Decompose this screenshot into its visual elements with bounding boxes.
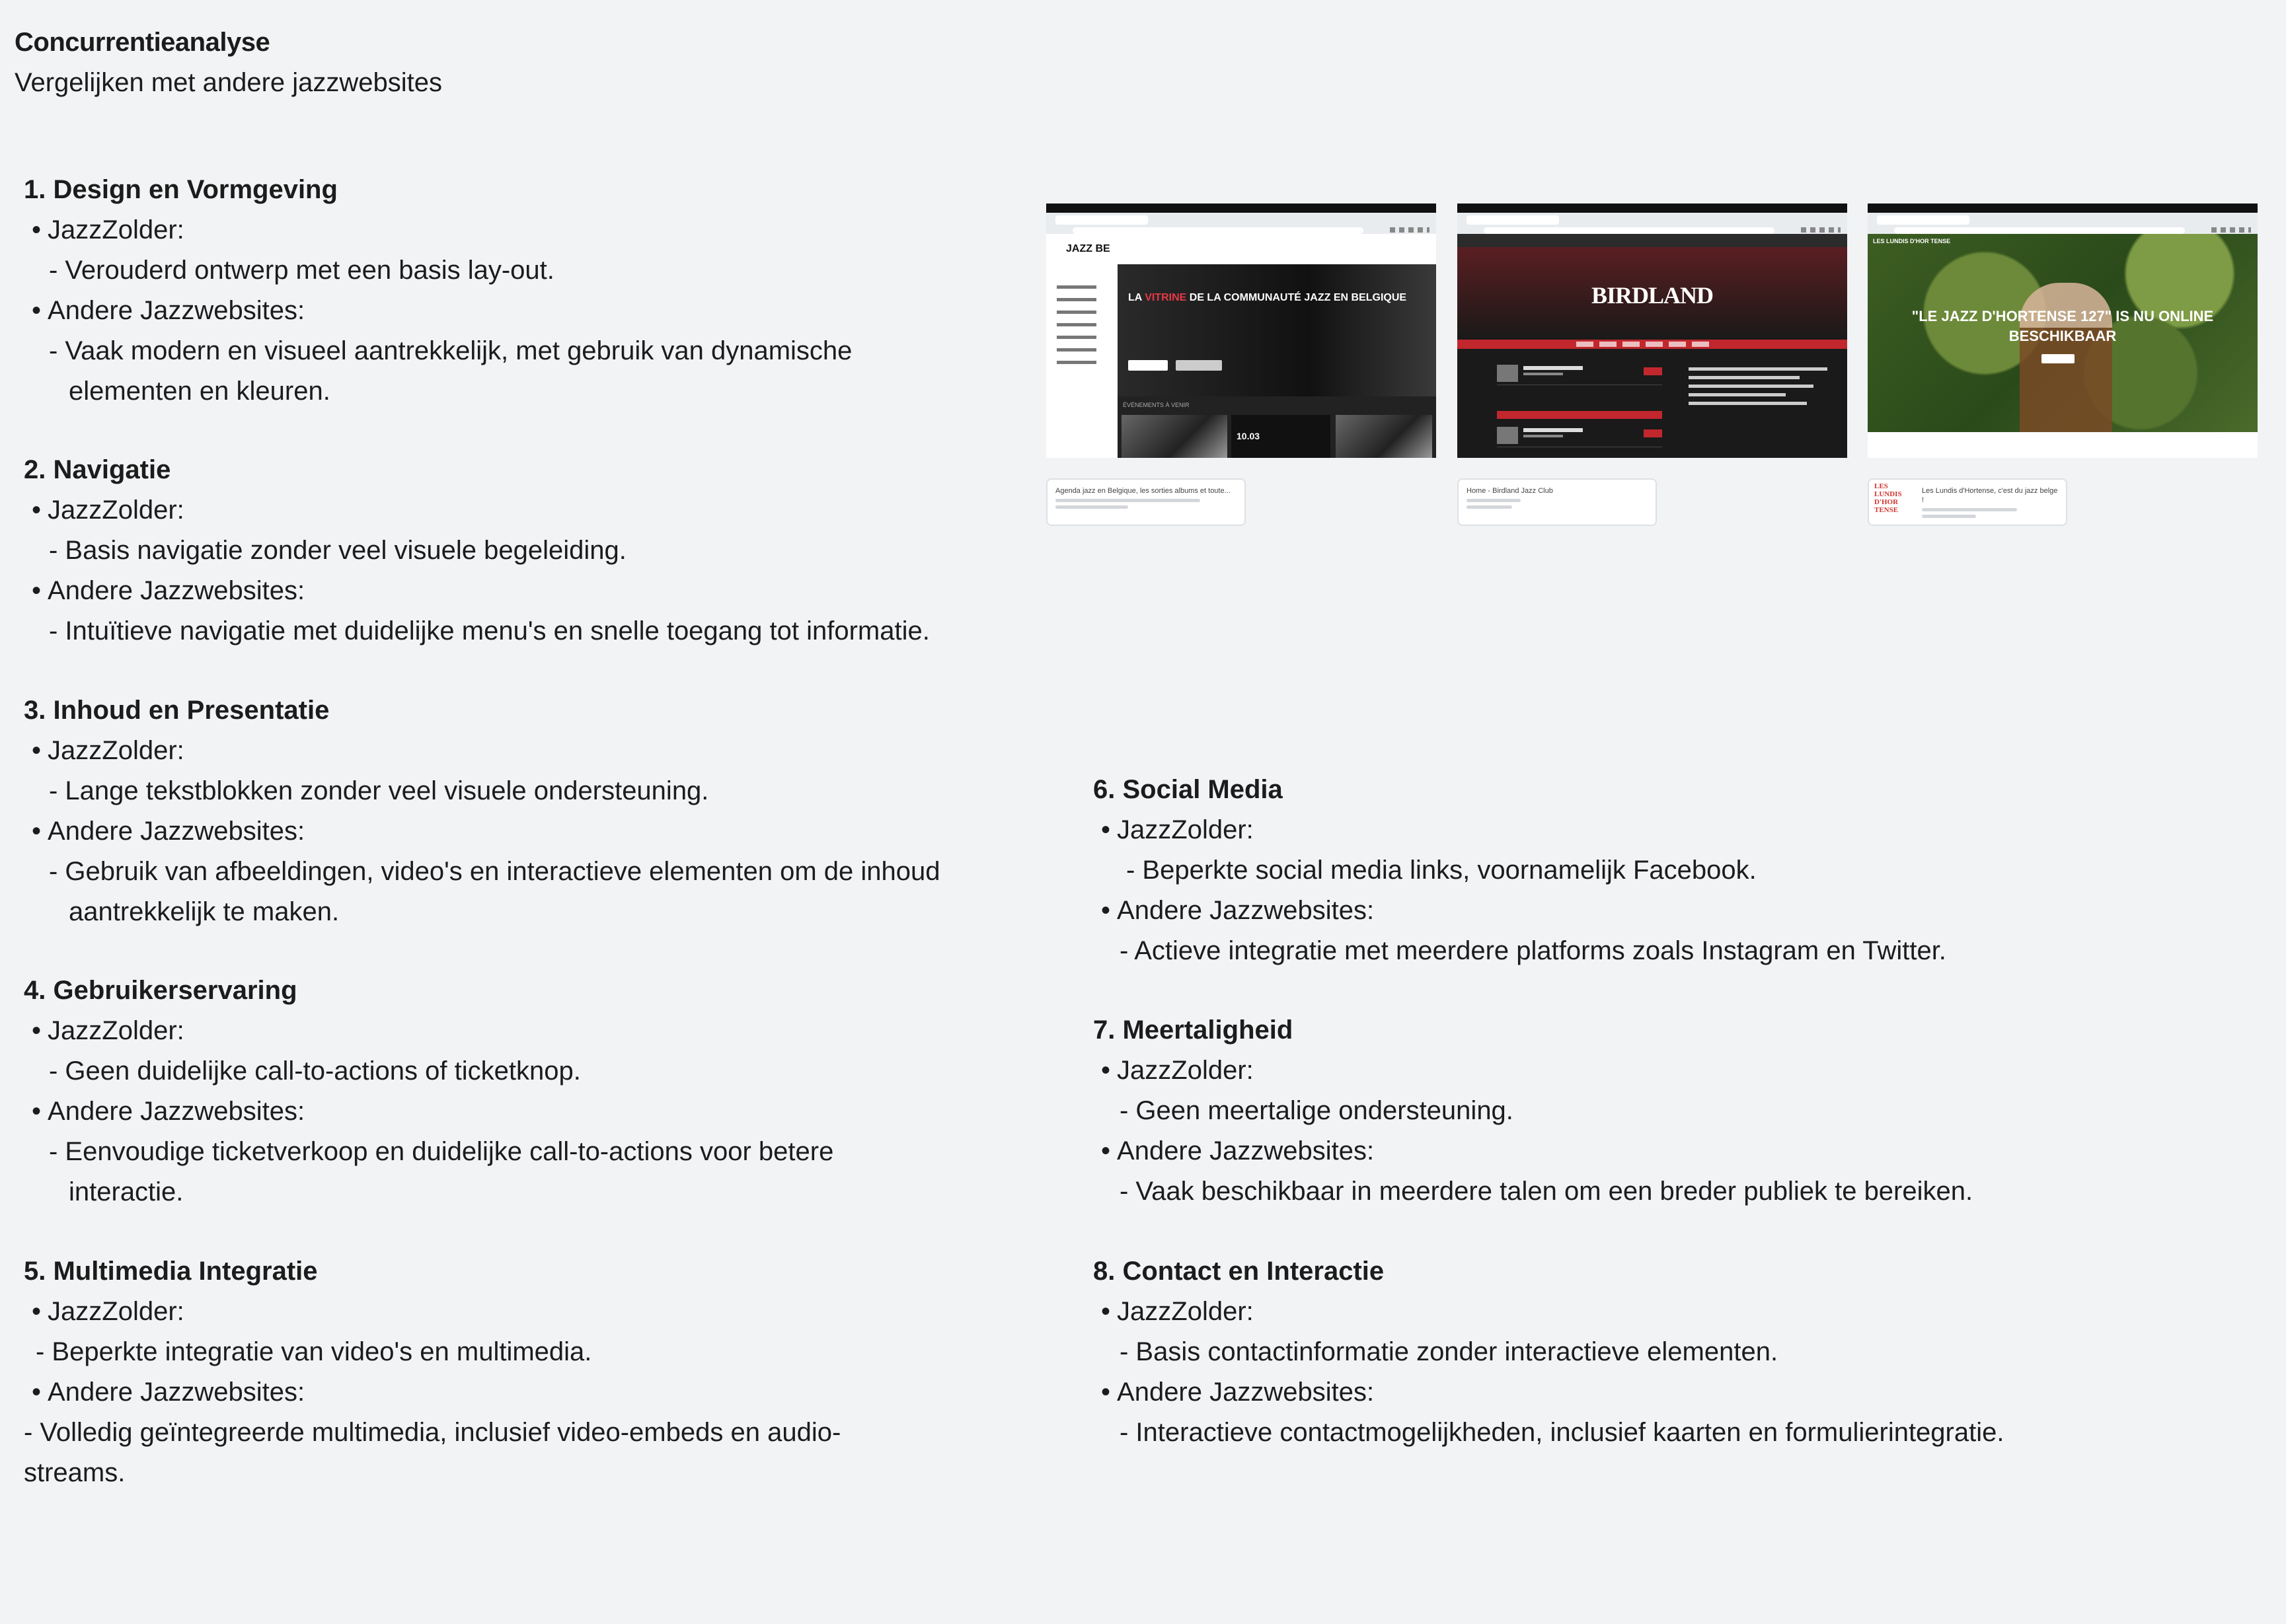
hero-button[interactable] (2041, 354, 2075, 363)
section-multilingual: 7. Meertaligheid JazzZolder: - Geen meer… (1093, 1010, 2269, 1212)
page-title: Concurrentieanalyse (15, 28, 270, 57)
other-sites-label: Andere Jazzwebsites: (48, 576, 305, 605)
jazzzolder-text: - Basis contactinformatie zonder interac… (1120, 1337, 1778, 1366)
other-sites-label: Andere Jazzwebsites: (1117, 1378, 1375, 1407)
section-heading: 5. Multimedia Integratie (24, 1257, 318, 1286)
card-title: Home - Birdland Jazz Club (1467, 487, 1553, 495)
other-sites-text: - Eenvoudige ticketverkoop en duidelijke… (49, 1137, 834, 1206)
section-content: 3. Inhoud en Presentatie JazzZolder: - L… (24, 690, 1002, 932)
section-heading: 3. Inhoud en Presentatie (24, 696, 330, 725)
other-sites-label: Andere Jazzwebsites: (48, 817, 305, 846)
jazzzolder-label: JazzZolder: (1117, 1297, 1254, 1326)
section-multimedia: 5. Multimedia Integratie JazzZolder: - B… (24, 1251, 1002, 1493)
site-logo: LES LUNDIS D'HOR TENSE (1873, 238, 1951, 244)
jazzzolder-text: - Basis navigatie zonder veel visuele be… (49, 536, 627, 565)
jazzzolder-text: - Geen meertalige ondersteuning. (1120, 1096, 1513, 1125)
other-sites-text: - Volledig geïntegreerde multimedia, inc… (24, 1418, 841, 1487)
screenshot-hortense[interactable]: LES LUNDIS D'HOR TENSE "LE JAZZ D'HORTEN… (1868, 203, 2258, 458)
browser-chrome (1868, 203, 2258, 234)
events-label: ÉVÉNEMENTS À VENIR (1123, 402, 1190, 408)
jazzzolder-text: - Geen duidelijke call-to-actions of tic… (49, 1056, 581, 1086)
jazzzolder-label: JazzZolder: (48, 1297, 184, 1326)
other-sites-text: - Actieve integratie met meerdere platfo… (1120, 936, 1946, 965)
jazzzolder-label: JazzZolder: (1117, 815, 1254, 844)
browser-chrome (1457, 203, 1847, 234)
jazzzolder-label: JazzZolder: (48, 496, 184, 525)
other-sites-text: - Vaak beschikbaar in meerdere talen om … (1120, 1177, 1973, 1206)
event-image[interactable] (1336, 415, 1432, 458)
event-image[interactable] (1122, 415, 1227, 458)
section-heading: 8. Contact en Interactie (1093, 1257, 1385, 1286)
sidebar-menu (1057, 276, 1114, 373)
jazzzolder-label: JazzZolder: (48, 1016, 184, 1045)
page-subtitle: Vergelijken met andere jazzwebsites (15, 68, 443, 97)
section-design: 1. Design en Vormgeving JazzZolder: - Ve… (24, 170, 1002, 412)
jazzzolder-label: JazzZolder: (48, 215, 184, 244)
hero-button-secondary[interactable] (1176, 360, 1222, 371)
jazzzolder-text: - Beperkte integratie van video's en mul… (36, 1337, 592, 1366)
section-contact: 8. Contact en Interactie JazzZolder: - B… (1093, 1251, 2269, 1453)
screenshot-birdland[interactable]: BIRDLAND (1457, 203, 1847, 458)
link-card-jazzbe[interactable]: Agenda jazz en Belgique, les sorties alb… (1046, 478, 1246, 526)
other-sites-text: - Vaak modern en visueel aantrekkelijk, … (49, 336, 853, 406)
site-logo: JAZZ BE (1066, 243, 1110, 254)
list-item[interactable] (1497, 362, 1662, 385)
more-button[interactable] (1497, 411, 1662, 419)
other-sites-text: - Interactieve contactmogelijkheden, inc… (1120, 1418, 2004, 1447)
jazzzolder-label: JazzZolder: (1117, 1056, 1254, 1085)
screenshot-jazzbe[interactable]: JAZZ BE LA VITRINE DE LA COMMUNAUTÉ JAZZ… (1046, 203, 1436, 458)
event-list-2 (1497, 424, 1662, 447)
top-bar (1457, 234, 1847, 247)
section-social-media: 6. Social Media JazzZolder: - Beperkte s… (1093, 770, 2269, 971)
nav-bar[interactable] (1457, 340, 1847, 349)
other-sites-label: Andere Jazzwebsites: (48, 1378, 305, 1407)
section-user-experience: 4. Gebruikerservaring JazzZolder: - Geen… (24, 971, 1002, 1212)
jazzzolder-text: - Lange tekstblokken zonder veel visuele… (49, 776, 709, 805)
section-navigation: 2. Navigatie JazzZolder: - Basis navigat… (24, 450, 1002, 651)
section-heading: 4. Gebruikerservaring (24, 976, 297, 1005)
event-image[interactable]: 10.03 (1231, 415, 1330, 458)
section-heading: 7. Meertaligheid (1093, 1015, 1293, 1045)
jazzzolder-text: - Verouderd ontwerp met een basis lay-ou… (49, 256, 554, 285)
section-heading: 1. Design en Vormgeving (24, 175, 338, 204)
hero-banner: LA VITRINE DE LA COMMUNAUTÉ JAZZ EN BELG… (1118, 264, 1436, 396)
other-sites-label: Andere Jazzwebsites: (48, 1097, 305, 1126)
site-logo: BIRDLAND (1591, 282, 1714, 309)
other-sites-text: - Gebruik van afbeeldingen, video's en i… (49, 857, 940, 926)
card-title: Les Lundis d'Hortense, c'est du jazz bel… (1922, 487, 2058, 504)
other-sites-label: Andere Jazzwebsites: (1117, 1136, 1375, 1165)
event-list (1497, 362, 1662, 385)
hero-button[interactable] (1128, 360, 1168, 371)
jazzzolder-text: - Beperkte social media links, voornamel… (1126, 856, 1757, 885)
section-heading: 6. Social Media (1093, 775, 1283, 804)
link-card-birdland[interactable]: Home - Birdland Jazz Club (1457, 478, 1657, 526)
event-date: 10.03 (1237, 431, 1260, 441)
hero-title: "LE JAZZ D'HORTENSE 127" IS NU ONLINE BE… (1911, 308, 2214, 344)
other-sites-label: Andere Jazzwebsites: (48, 296, 305, 325)
jazzzolder-label: JazzZolder: (48, 736, 184, 765)
browser-chrome (1046, 203, 1436, 234)
link-card-hortense[interactable]: LES LUNDIS D'HOR TENSE Les Lundis d'Hort… (1868, 478, 2067, 526)
page-content (1868, 432, 2258, 458)
section-heading: 2. Navigatie (24, 455, 171, 484)
list-item[interactable] (1497, 424, 1662, 447)
card-title: Agenda jazz en Belgique, les sorties alb… (1055, 487, 1231, 495)
events-strip: ÉVÉNEMENTS À VENIR 10.03 (1118, 396, 1436, 458)
other-sites-text: - Intuïtieve navigatie met duidelijke me… (49, 616, 930, 646)
hero-title: LA VITRINE DE LA COMMUNAUTÉ JAZZ EN BELG… (1128, 292, 1407, 303)
other-sites-label: Andere Jazzwebsites: (1117, 896, 1375, 925)
info-block (1689, 362, 1827, 410)
card-logo: LES LUNDIS D'HOR TENSE (1874, 482, 1902, 514)
